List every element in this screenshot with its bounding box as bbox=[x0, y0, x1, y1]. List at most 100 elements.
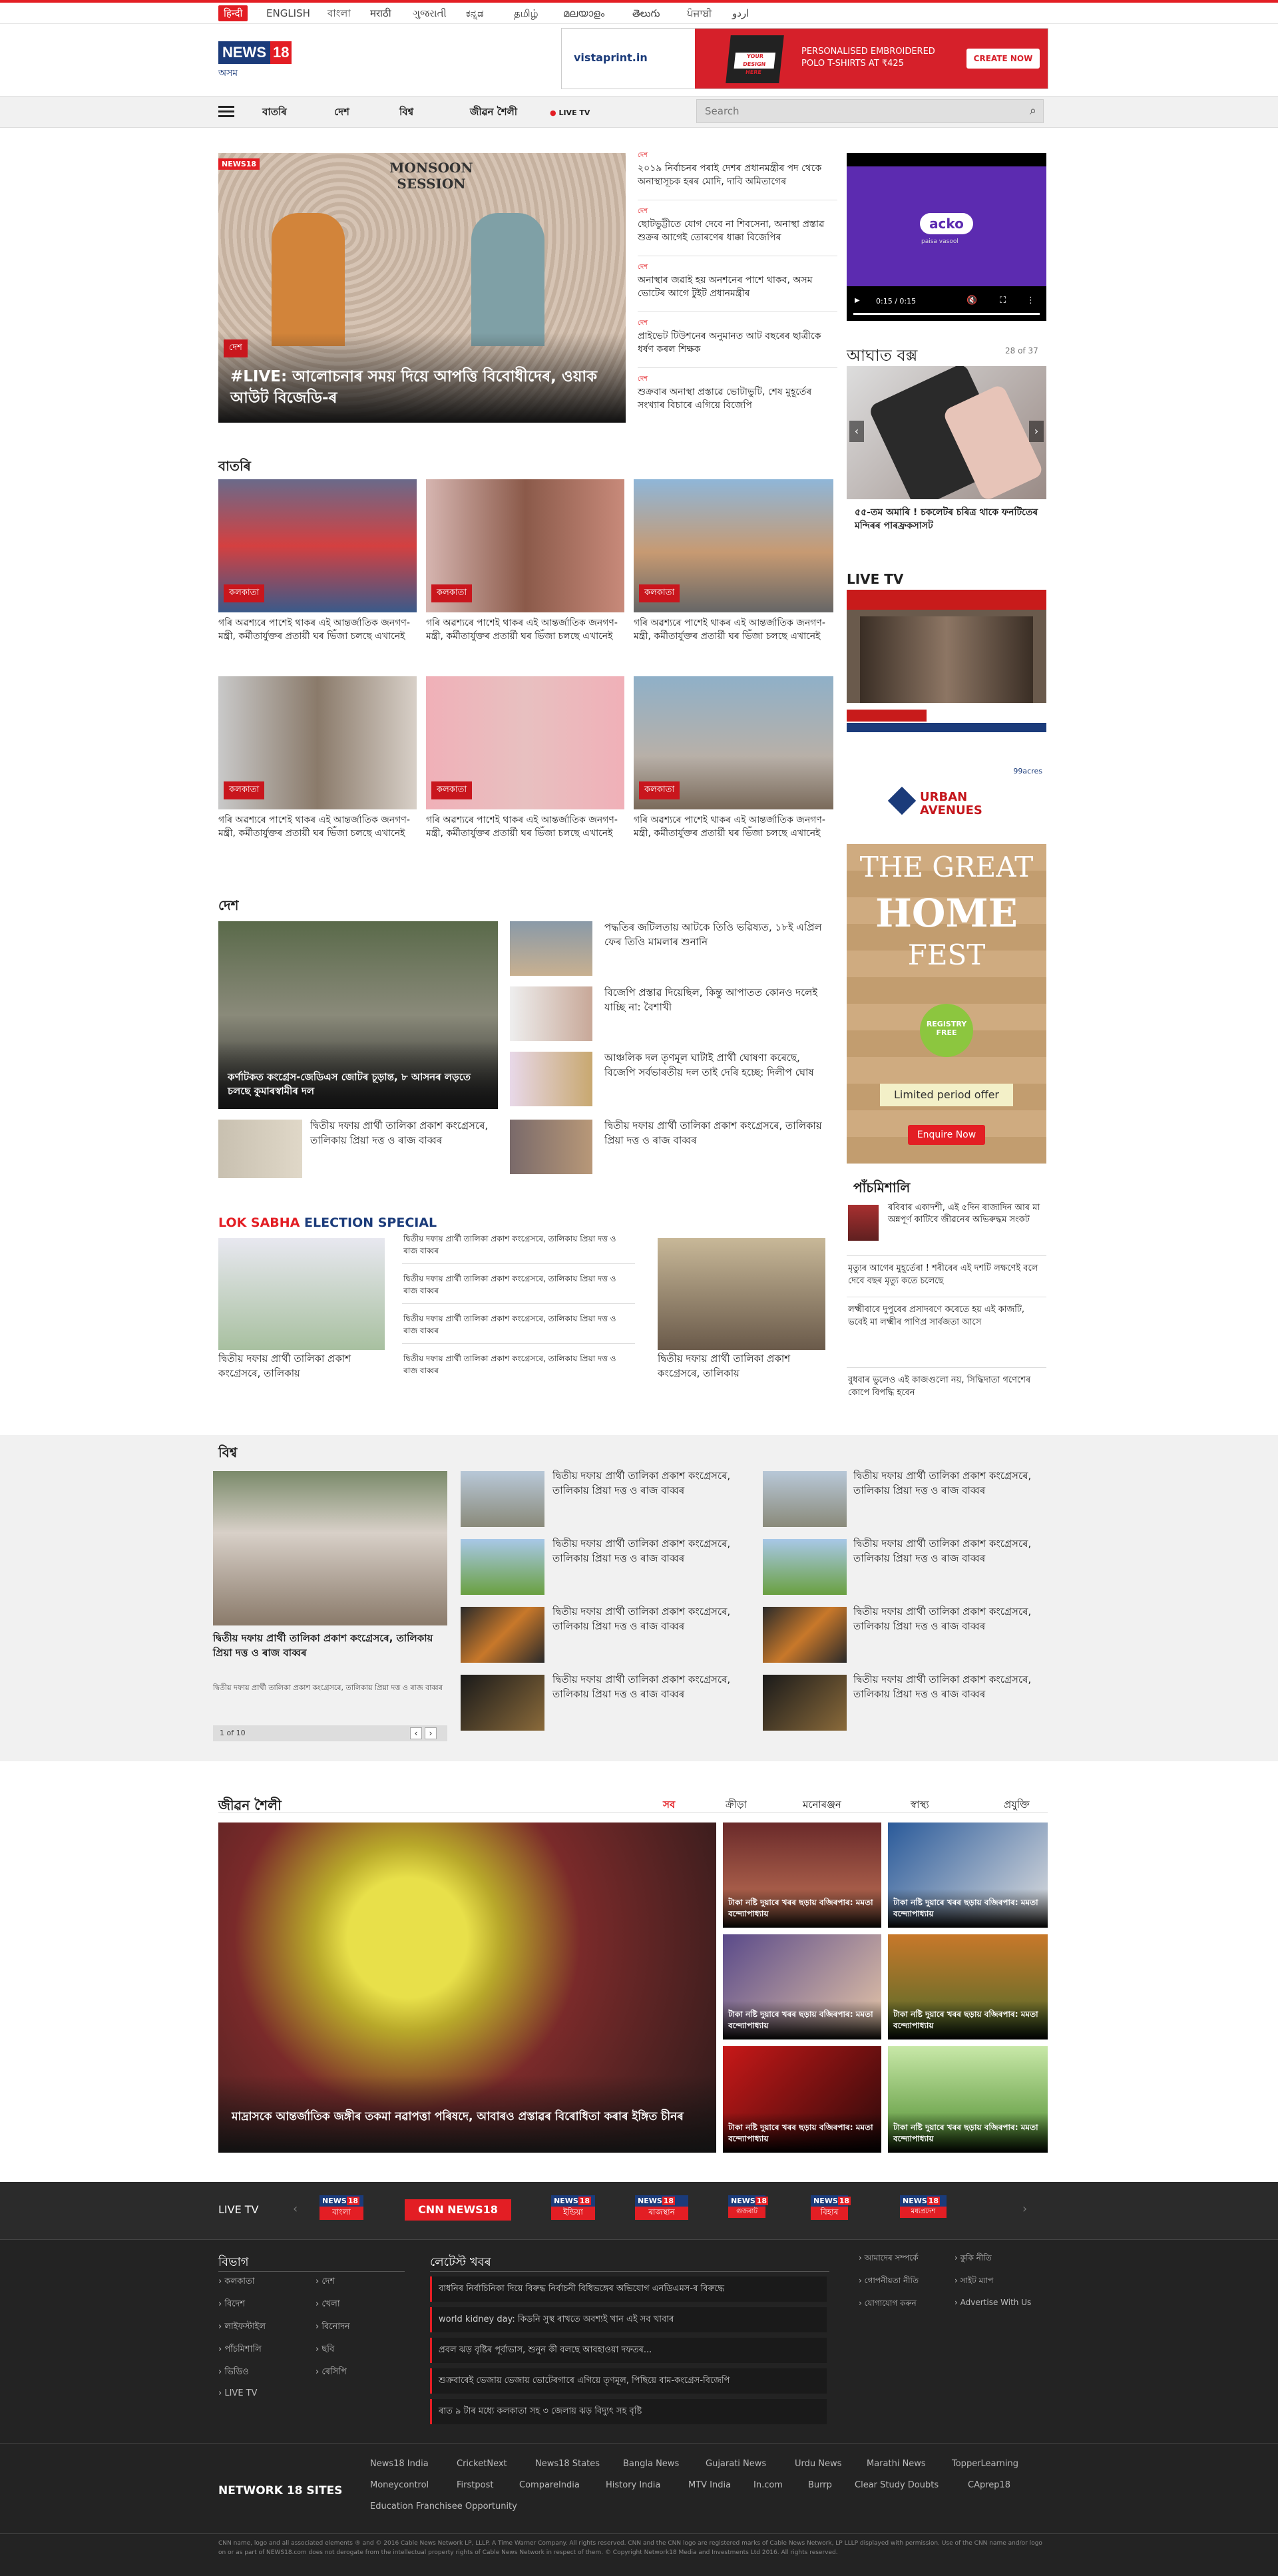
channel-india[interactable]: NEWS 18 ইন্ডিয়া bbox=[551, 2195, 595, 2223]
world-section-title[interactable]: বিশ্ব bbox=[218, 1443, 237, 1465]
desh-list-image[interactable] bbox=[510, 1052, 592, 1106]
network-link[interactable]: Burrp bbox=[808, 2480, 832, 2490]
gallery-caption[interactable]: ৫৫-তম অমাৰি ! চকলেটৰ চৰিত্ৰ থাকে ফনটিতেৰ… bbox=[855, 506, 1041, 533]
life-item-caption[interactable]: টাকা নষ্টি দুয়াৰে খৰৰ ছড়ায় বজিৰপাৰ: ম… bbox=[728, 2009, 877, 2032]
gallery-prev-icon[interactable]: ‹ bbox=[849, 421, 864, 442]
life-item-image[interactable]: টাকা নষ্টি দুয়াৰে খৰৰ ছড়ায় বজিৰপাৰ: ম… bbox=[723, 1823, 881, 1928]
world-item-image[interactable] bbox=[461, 1607, 544, 1663]
life-main-headline[interactable]: মাদ্ৰাসকে আন্তৰ্জাতিক জঙ্গীৰ তকমা নৱাপত্… bbox=[232, 2109, 698, 2125]
network-link[interactable]: News18 India bbox=[370, 2459, 429, 2469]
news-caption[interactable]: গৰি অৱশ্যৰে পাশেই থাকৰ এই আন্তর্জাতিক জন… bbox=[218, 813, 417, 840]
footer-cat-link[interactable]: › দেশ bbox=[316, 2275, 335, 2289]
channel-bangla[interactable]: NEWS 18 বাংলা bbox=[320, 2195, 363, 2223]
lok-list-item[interactable]: দ্বিতীয় দফায় প্ৰাৰ্থী তালিকা প্ৰকাশ কং… bbox=[403, 1353, 630, 1377]
play-icon[interactable]: ▶ bbox=[855, 297, 860, 304]
side-ad[interactable]: 99acres URBAN AVENUES THE GREAT HOME FES… bbox=[847, 764, 1046, 1164]
strip-prev-icon[interactable]: ‹ bbox=[293, 2202, 298, 2216]
footer-latest-item[interactable]: বাধনিৰ নিৰ্বাচিনিকা দিয়ে বিৰুদ্ধ নিৰ্বা… bbox=[430, 2276, 827, 2302]
life-item-caption[interactable]: টাকা নষ্টি দুয়াৰে খৰৰ ছড়ায় বজিৰপাৰ: ম… bbox=[893, 1897, 1042, 1920]
world-item-image[interactable] bbox=[763, 1471, 847, 1527]
channel-rajasthan[interactable]: NEWS 18 ৰাজস্থান bbox=[635, 2195, 688, 2223]
hero-list-item[interactable]: প্ৰাইভেট টিউশনেৰ অনুমানত আট বছৰেৰ ছাত্ৰী… bbox=[638, 329, 837, 356]
footer-cat-link[interactable]: › কলকাতা bbox=[218, 2275, 255, 2289]
footer-link[interactable]: › যোগাযোগ কৰুন bbox=[859, 2298, 917, 2311]
footer-cat-link[interactable]: › পাঁচমিশালি bbox=[218, 2343, 262, 2357]
ad-cta-button[interactable]: CREATE NOW bbox=[966, 49, 1040, 69]
desh-main-headline[interactable]: কৰ্ণাটকত কংগ্ৰেস-জেডিএস জোটৰ চূড়ান্ত, ৮… bbox=[228, 1070, 487, 1098]
footer-cat-link[interactable]: › খেলা bbox=[316, 2298, 340, 2312]
channel-bihar[interactable]: NEWS 18 বিহাৰ bbox=[811, 2195, 851, 2223]
footer-cat-link[interactable]: › লাইফস্টাইল bbox=[218, 2320, 266, 2334]
news-caption[interactable]: গৰি অৱশ্যৰে পাশেই থাকৰ এই আন্তর্জাতিক জন… bbox=[426, 616, 624, 643]
life-item-caption[interactable]: টাকা নষ্টি দুয়াৰে খৰৰ ছড়ায় বজিৰপাৰ: ম… bbox=[728, 1897, 877, 1920]
hero-headline[interactable]: #LIVE: আলোচনাৰ সময় দিয়ে আপত্তি বিবোধীদ… bbox=[230, 366, 610, 409]
desh-sub-image[interactable] bbox=[218, 1120, 302, 1178]
news-caption[interactable]: গৰি অৱশ্যৰে পাশেই থাকৰ এই আন্তর্জাতিক জন… bbox=[634, 616, 833, 643]
hero-list-item[interactable]: ২০১৯ নিৰ্বাচনৰ পৰাই দেশৰ প্ৰধানমন্ত্ৰীৰ … bbox=[638, 162, 837, 188]
news-image[interactable]: কলকাতা bbox=[426, 479, 624, 612]
news-caption[interactable]: গৰি অৱশ্যৰে পাশেই থাকৰ এই আন্তর্জাতিক জন… bbox=[634, 813, 833, 840]
network-link[interactable]: Marathi News bbox=[867, 2459, 926, 2469]
life-item-image[interactable]: টাকা নষ্টি দুয়াৰে খৰৰ ছড়ায় বজিৰপাৰ: ম… bbox=[888, 1823, 1048, 1928]
lang-marathi[interactable]: मराठी bbox=[370, 5, 391, 21]
network-link[interactable]: Moneycontrol bbox=[370, 2480, 429, 2490]
footer-link[interactable]: › আমাদেৰ সম্পৰ্কে bbox=[859, 2253, 919, 2266]
more-options-icon[interactable]: ⋮ bbox=[1026, 296, 1035, 306]
lang-hindi[interactable]: हिन्दी bbox=[218, 5, 248, 21]
ad-enquire-button[interactable]: Enquire Now bbox=[908, 1125, 985, 1145]
desh-section-title[interactable]: দেশ bbox=[218, 896, 238, 918]
network-link[interactable]: Firstpost bbox=[457, 2480, 493, 2490]
network-link[interactable]: Clear Study Doubts bbox=[855, 2480, 939, 2490]
world-item-image[interactable] bbox=[763, 1675, 847, 1731]
network-link[interactable]: CricketNext bbox=[457, 2459, 507, 2469]
nav-item-desh[interactable]: দেশ bbox=[334, 105, 349, 121]
world-item-image[interactable] bbox=[461, 1471, 544, 1527]
news-image[interactable]: কলকাতা bbox=[634, 479, 833, 612]
life-item-caption[interactable]: টাকা নষ্টি দুয়াৰে খৰৰ ছড়ায় বজিৰপাৰ: ম… bbox=[893, 2122, 1042, 2145]
world-item[interactable]: দ্বিতীয় দফায় প্ৰাৰ্থী তালিকা প্ৰকাশ কং… bbox=[552, 1536, 746, 1566]
fullscreen-icon[interactable]: ⛶ bbox=[1000, 296, 1006, 306]
lang-english[interactable]: ENGLISH bbox=[266, 5, 310, 21]
desh-sub-headline[interactable]: দ্বিতীয় দফায় প্ৰাৰ্থী তালিকা প্ৰকাশ কং… bbox=[310, 1118, 497, 1148]
channel-mp[interactable]: NEWS 18 মধ্যপ্ৰদেশ bbox=[900, 2195, 947, 2223]
nav-item-lifestyle[interactable]: জীৱন শৈলী bbox=[470, 105, 517, 121]
life-tab-tech[interactable]: প্ৰযুক্তি bbox=[1004, 1797, 1030, 1814]
footer-link[interactable]: › সাইট ম্যাপ bbox=[955, 2275, 993, 2288]
news-caption[interactable]: গৰি অৱশ্যৰে পাশেই থাকৰ এই আন্তর্জাতিক জন… bbox=[426, 813, 624, 840]
footer-link[interactable]: › কুকি নীতি bbox=[955, 2253, 992, 2266]
lok-main-headline[interactable]: দ্বিতীয় দফায় প্ৰাৰ্থী তালিকা প্ৰকাশ কং… bbox=[658, 1351, 825, 1381]
world-item[interactable]: দ্বিতীয় দফায় প্ৰাৰ্থী তালিকা প্ৰকাশ কং… bbox=[552, 1672, 746, 1701]
lok-image-right[interactable] bbox=[658, 1238, 825, 1350]
world-item[interactable]: দ্বিতীয় দফায় প্ৰাৰ্থী তালিকা প্ৰকাশ কং… bbox=[853, 1604, 1046, 1633]
desh-main-image[interactable]: কৰ্ণাটকত কংগ্ৰেস-জেডিএস জোটৰ চূড়ান্ত, ৮… bbox=[218, 921, 498, 1109]
hero-list-item[interactable]: ছোটভুট্টীতে যোগ দেবে না শিবসেনা, অনাস্থা… bbox=[638, 218, 837, 244]
desh-list-item[interactable]: দ্বিতীয় দফায় প্ৰাৰ্থী তালিকা প্ৰকাশ কং… bbox=[604, 1118, 831, 1148]
desh-list-item[interactable]: পদ্ধতিৰ জটিলতায় আটকে তিওি ভৱিষ্যত, ১৮ই … bbox=[604, 920, 831, 949]
panch-item[interactable]: লক্ষ্মীবাৰে দুপুৰেৰ প্ৰসাদৰণে কৰেতে হয় … bbox=[848, 1303, 1045, 1329]
pager-next-icon[interactable]: › bbox=[425, 1727, 437, 1739]
channel-gujarat[interactable]: NEWS 18 গুজৰাট bbox=[728, 2195, 769, 2223]
network-link[interactable]: CAprep18 bbox=[968, 2480, 1010, 2490]
footer-link[interactable]: › গোপনীয়তা নীতি bbox=[859, 2275, 919, 2288]
news-image[interactable]: কলকাতা bbox=[634, 676, 833, 809]
panch-item[interactable]: মৃত্যুৰ আগেৰ মুহূৰ্তেৰা ! শৰীৰেৰ এই দশটি… bbox=[848, 1262, 1045, 1287]
lang-punjabi[interactable]: ਪੰਜਾਬੀ bbox=[687, 5, 712, 21]
news-image[interactable]: কলকাতা bbox=[218, 479, 417, 612]
lang-urdu[interactable]: اردو bbox=[732, 5, 749, 21]
hero-list-item[interactable]: অনাস্থাৰ জৱাই হয় অনশনেৰ পাশে থাকব, অসম … bbox=[638, 274, 837, 300]
lok-list-item[interactable]: দ্বিতীয় দফায় প্ৰাৰ্থী তালিকা প্ৰকাশ কং… bbox=[403, 1273, 630, 1297]
world-item-image[interactable] bbox=[763, 1539, 847, 1595]
footer-latest-item[interactable]: শুক্ৰবাৰেই ভেজায় ভেজায় ভোটেৰগাৰে এগিয়… bbox=[430, 2368, 827, 2394]
lok-main-headline[interactable]: দ্বিতীয় দফায় প্ৰাৰ্থী তালিকা প্ৰকাশ কং… bbox=[218, 1351, 385, 1381]
desh-list-image[interactable] bbox=[510, 986, 592, 1041]
hero-image[interactable]: MONSOON SESSION NEWS18 দেশ #LIVE: আলোচনা… bbox=[218, 153, 626, 423]
life-tab-health[interactable]: স্বাস্থ্য bbox=[911, 1797, 929, 1814]
volume-icon[interactable]: 🔇 bbox=[966, 296, 977, 306]
video-progress[interactable] bbox=[853, 313, 1040, 315]
world-item-image[interactable] bbox=[461, 1675, 544, 1731]
footer-cat-link[interactable]: › ৰেসিপি bbox=[316, 2366, 347, 2380]
desh-list-image[interactable] bbox=[510, 1120, 592, 1174]
life-item-image[interactable]: টাকা নষ্টি দুয়াৰে খৰৰ ছড়ায় বজিৰপাৰ: ম… bbox=[723, 1934, 881, 2039]
world-item-image[interactable] bbox=[461, 1539, 544, 1595]
world-item[interactable]: দ্বিতীয় দফায় প্ৰাৰ্থী তালিকা প্ৰকাশ কং… bbox=[552, 1604, 746, 1633]
